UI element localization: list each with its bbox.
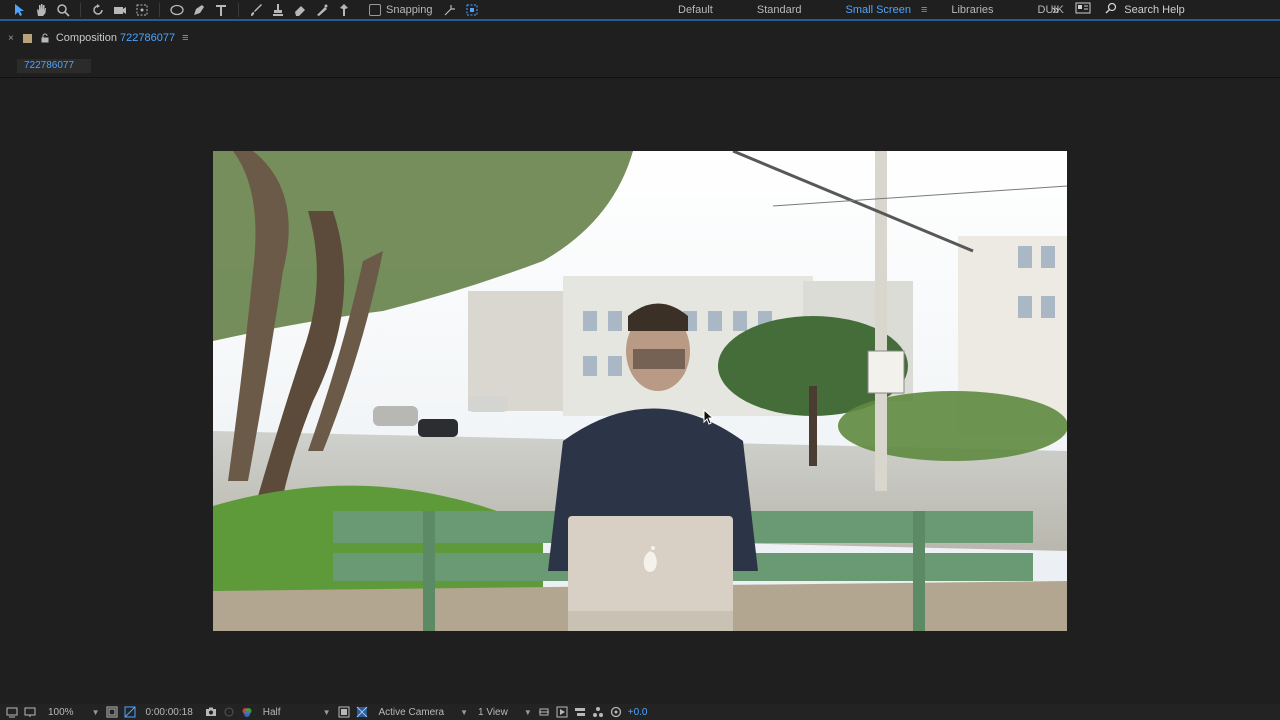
exposure-value[interactable]: +0.0 xyxy=(628,707,648,718)
composition-color-label xyxy=(22,33,32,43)
monitor-icon[interactable] xyxy=(24,706,36,718)
search-icon xyxy=(1105,2,1117,17)
selection-tool-icon[interactable] xyxy=(8,2,30,18)
type-tool-icon[interactable] xyxy=(210,2,232,18)
chevron-down-icon: ▼ xyxy=(523,707,532,717)
always-preview-icon[interactable] xyxy=(6,706,18,718)
snapping-label: Snapping xyxy=(386,3,433,16)
chevron-down-icon: ▼ xyxy=(322,707,331,717)
snap-features-icon[interactable] xyxy=(461,2,483,18)
snapping-toggle[interactable]: Snapping xyxy=(369,2,483,18)
transparency-grid-icon[interactable] xyxy=(356,706,368,718)
workspace-standard[interactable]: Standard xyxy=(757,4,802,16)
panel-menu-icon[interactable]: ≡ xyxy=(182,32,188,44)
chevron-down-icon: ▼ xyxy=(91,707,100,717)
snap-edges-icon[interactable] xyxy=(439,2,461,18)
reset-exposure-icon[interactable] xyxy=(610,706,622,718)
view-layout-value: 1 View xyxy=(477,706,508,718)
lock-icon[interactable] xyxy=(40,33,50,43)
tools-toolbar: Snapping Default Standard Small Screen ≡… xyxy=(0,0,1280,19)
workspace-switcher: Default Standard Small Screen ≡ Librarie… xyxy=(678,0,1108,19)
right-toolbar: » Search Help xyxy=(1052,0,1185,19)
composition-tab[interactable]: 722786077 xyxy=(17,59,91,73)
toggle-pixel-aspect-icon[interactable] xyxy=(538,706,550,718)
close-icon[interactable]: × xyxy=(8,33,14,44)
safe-zones-icon[interactable] xyxy=(106,706,118,718)
search-help[interactable]: Search Help xyxy=(1105,2,1185,17)
eraser-tool-icon[interactable] xyxy=(289,2,311,18)
show-snapshot-icon[interactable] xyxy=(223,706,235,718)
view-layout-dropdown[interactable]: 1 View ▼ xyxy=(478,707,532,718)
toolbar-divider xyxy=(238,2,239,17)
fast-preview-icon[interactable] xyxy=(556,706,568,718)
mask-visibility-icon[interactable] xyxy=(124,706,136,718)
zoom-tool-icon[interactable] xyxy=(52,2,74,18)
toolbar-divider xyxy=(159,2,160,17)
color-channels-icon[interactable] xyxy=(241,706,253,718)
snapshot-camera-icon[interactable] xyxy=(205,706,217,718)
composition-panel-header: × Composition 722786077 ≡ xyxy=(0,28,1280,48)
snapping-checkbox[interactable] xyxy=(369,3,381,16)
workspace-panel-icon[interactable] xyxy=(1075,2,1091,17)
workspace-libraries[interactable]: Libraries xyxy=(951,4,993,16)
workspace-small-screen[interactable]: Small Screen xyxy=(846,4,911,16)
chevron-down-icon: ▼ xyxy=(460,707,468,717)
rotation-tool-icon[interactable] xyxy=(87,2,109,18)
panel-comp-name: 722786077 xyxy=(120,32,176,44)
composition-frame[interactable] xyxy=(213,151,1067,631)
brush-tool-icon[interactable] xyxy=(245,2,267,18)
search-help-label: Search Help xyxy=(1124,3,1185,16)
zoom-dropdown[interactable]: 100% ▼ xyxy=(48,707,100,718)
clone-stamp-tool-icon[interactable] xyxy=(267,2,289,18)
pan-behind-tool-icon[interactable] xyxy=(131,2,153,18)
resolution-value: Half xyxy=(262,706,281,718)
camera-view-dropdown[interactable]: Active Camera ▼ xyxy=(378,707,468,718)
hand-tool-icon[interactable] xyxy=(30,2,52,18)
toolbar-divider-line xyxy=(0,19,1280,21)
timeline-icon[interactable] xyxy=(574,706,586,718)
composition-tab-row: 722786077 xyxy=(0,56,1280,78)
roto-brush-tool-icon[interactable] xyxy=(311,2,333,18)
toolbar-divider xyxy=(80,2,81,17)
ellipse-tool-icon[interactable] xyxy=(166,2,188,18)
viewer-footer: 100% ▼ 0:00:00:18 Half ▼ Active Camera ▼… xyxy=(0,704,1280,720)
zoom-value: 100% xyxy=(48,706,74,718)
panel-title[interactable]: Composition 722786077 xyxy=(56,32,175,44)
resolution-dropdown[interactable]: Half ▼ xyxy=(263,707,331,718)
puppet-pin-tool-icon[interactable] xyxy=(333,2,355,18)
camera-view-value: Active Camera xyxy=(378,706,445,718)
workspace-default[interactable]: Default xyxy=(678,4,713,16)
pen-tool-icon[interactable] xyxy=(188,2,210,18)
mouse-cursor-icon xyxy=(703,409,715,425)
composition-image xyxy=(213,151,1067,631)
workspace-menu-icon[interactable]: ≡ xyxy=(921,4,927,16)
flowchart-icon[interactable] xyxy=(592,706,604,718)
camera-tool-icon[interactable] xyxy=(109,2,131,18)
more-workspaces-icon[interactable]: » xyxy=(1052,2,1059,17)
region-of-interest-icon[interactable] xyxy=(338,706,350,718)
timecode[interactable]: 0:00:00:18 xyxy=(146,707,193,718)
panel-title-prefix: Composition xyxy=(55,32,117,44)
